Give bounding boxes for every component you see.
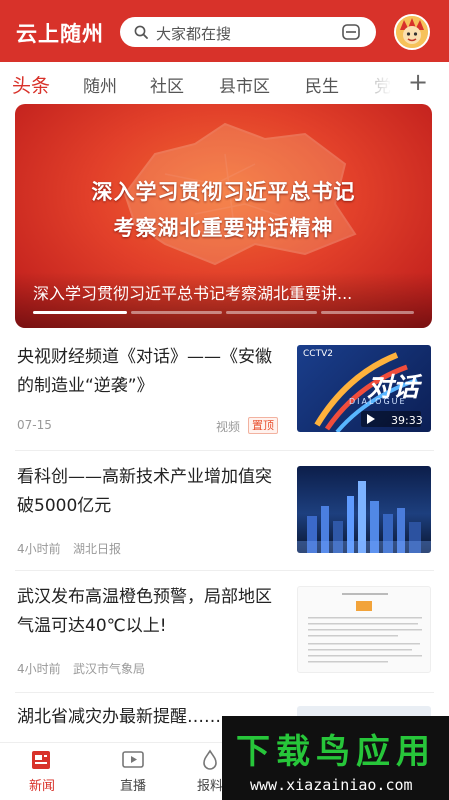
divider [15, 570, 434, 571]
news-source: 湖北日报 [73, 542, 122, 556]
news-thumbnail [297, 586, 431, 673]
tab-community[interactable]: 社区 [150, 72, 184, 97]
report-icon [203, 749, 217, 770]
news-date: 07-15 [17, 418, 52, 432]
news-time: 4小时前 [17, 542, 61, 556]
tabs-fade [360, 62, 400, 104]
live-icon [122, 751, 144, 768]
nav-label: 直播 [119, 779, 146, 794]
tab-headline[interactable]: 头条 [12, 71, 50, 98]
news-thumbnail: CCTV2 对话 DIALOGUE 39:33 [297, 345, 431, 432]
nav-news[interactable]: 新闻 [12, 743, 72, 800]
video-duration: 39:33 [391, 414, 423, 427]
banner-headline-2: 考察湖北重要讲话精神 [113, 216, 334, 240]
news-source: 武汉市气象局 [73, 662, 146, 676]
news-item[interactable]: 央视财经频道《对话》——《安徽的制造业“逆袭”》 07-15 视频 置顶 CCT… [0, 340, 449, 448]
news-icon [32, 751, 50, 769]
divider [15, 692, 434, 693]
app-logo[interactable]: 云上随州 [16, 18, 104, 48]
banner-carousel[interactable]: 深入学习贯彻习近平总书记 考察湖北重要讲话精神 深入学习贯彻习近平总书记考察湖北… [15, 104, 432, 328]
news-item[interactable]: 武汉发布高温橙色预警，局部地区气温可达40℃以上! 4小时前 武汉市气象局 [0, 580, 449, 690]
carousel-dot[interactable] [321, 311, 414, 314]
document-thumbnail-graphic [308, 593, 422, 663]
tab-livelihood[interactable]: 民生 [305, 72, 339, 97]
add-channel-icon[interactable]: + [408, 68, 428, 96]
thumb-sub-text: DIALOGUE [349, 397, 407, 406]
carousel-dot[interactable] [33, 311, 127, 314]
carousel-dot[interactable] [226, 311, 317, 314]
avatar-mascot-icon [396, 16, 428, 48]
news-title: 看科创——高新技术产业增加值突破5000亿元 [17, 467, 272, 516]
tab-county[interactable]: 县市区 [219, 72, 270, 97]
banner-headline-1: 深入学习贯彻习近平总书记 [91, 180, 356, 204]
nav-label: 新闻 [28, 779, 55, 794]
watermark-url: www.xiazainiao.com [250, 776, 413, 794]
search-icon [134, 25, 148, 39]
news-title: 武汉发布高温橙色预警，局部地区气温可达40℃以上! [17, 587, 272, 636]
search-bar[interactable]: 大家都在搜 [120, 17, 376, 47]
app-header: 云上随州 大家都在搜 [0, 0, 449, 62]
pinned-badge: 置顶 [248, 417, 278, 434]
watermark-overlay: 下载鸟应用 www.xiazainiao.com [222, 716, 449, 800]
news-time: 4小时前 [17, 662, 61, 676]
divider [15, 450, 434, 451]
city-skyline-graphic [297, 481, 431, 553]
news-title: 央视财经频道《对话》——《安徽的制造业“逆袭”》 [17, 347, 272, 396]
user-avatar[interactable] [394, 14, 430, 50]
channel-logo: CCTV2 [303, 349, 333, 359]
nav-live[interactable]: 直播 [103, 743, 163, 800]
scan-icon[interactable] [342, 24, 360, 40]
news-thumbnail [297, 466, 431, 553]
banner-caption: 深入学习贯彻习近平总书记考察湖北重要讲... [33, 284, 353, 303]
video-tag: 视频 [216, 420, 241, 434]
search-placeholder: 大家都在搜 [156, 25, 232, 43]
watermark-title: 下载鸟应用 [236, 732, 436, 772]
carousel-dot[interactable] [131, 311, 222, 314]
news-item[interactable]: 看科创——高新技术产业增加值突破5000亿元 4小时前 湖北日报 [0, 460, 449, 568]
channel-tabs: 头条 随州 社区 县市区 民生 党 + [0, 62, 449, 104]
tab-suizhou[interactable]: 随州 [83, 72, 117, 97]
